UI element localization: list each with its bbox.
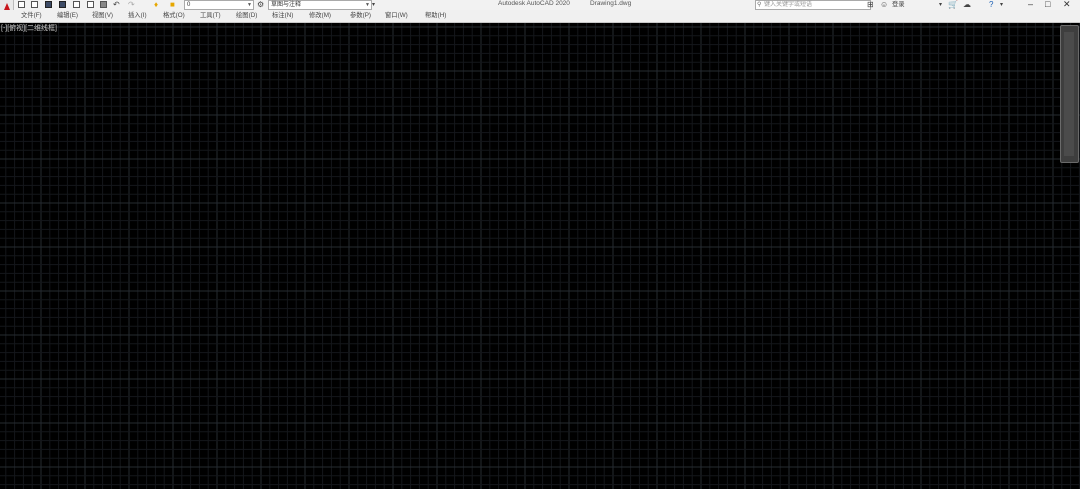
menu-draw[interactable]: 绘图(D) bbox=[236, 11, 257, 21]
workspace-dropdown[interactable]: 草图与注释 ▼ bbox=[268, 0, 372, 10]
redo-icon[interactable]: ↷ bbox=[128, 0, 135, 10]
undo-icon[interactable]: ↶ bbox=[113, 0, 120, 10]
customize-toolbar-icon[interactable]: ▾ bbox=[372, 0, 375, 10]
menu-view[interactable]: 视图(V) bbox=[92, 11, 113, 21]
menu-insert[interactable]: 插入(I) bbox=[128, 11, 147, 21]
user-icon[interactable]: ☺ bbox=[880, 0, 888, 10]
login-chevron-icon[interactable]: ▾ bbox=[939, 0, 942, 10]
save-icon[interactable] bbox=[44, 0, 53, 9]
menu-window[interactable]: 窗口(W) bbox=[385, 11, 408, 21]
navigation-bar[interactable] bbox=[1060, 25, 1079, 163]
close-icon[interactable]: ✕ bbox=[1063, 0, 1071, 10]
search-input[interactable]: ⚲ 键入关键字或短语 bbox=[755, 0, 871, 10]
plot-icon[interactable] bbox=[99, 0, 108, 9]
menu-modify[interactable]: 修改(M) bbox=[309, 11, 331, 21]
login-button[interactable]: 登录 bbox=[892, 0, 905, 10]
help-icon[interactable]: ? bbox=[989, 0, 993, 10]
search-icon: ⚲ bbox=[757, 2, 762, 8]
layer-bulb-icon[interactable]: ♦ bbox=[154, 0, 158, 10]
layer-dropdown-value: 0 bbox=[187, 2, 191, 8]
new-file-icon[interactable] bbox=[17, 0, 26, 9]
menu-tools[interactable]: 工具(T) bbox=[200, 11, 221, 21]
cart-icon[interactable]: 🛒 bbox=[948, 0, 958, 10]
workspace-gear-icon[interactable]: ⚙ bbox=[257, 0, 264, 10]
search-placeholder: 键入关键字或短语 bbox=[764, 2, 813, 8]
open-web-icon[interactable] bbox=[72, 0, 81, 9]
menu-help[interactable]: 帮助(H) bbox=[425, 11, 446, 21]
layer-lock-icon[interactable]: ■ bbox=[170, 0, 175, 10]
workspace-dropdown-value: 草图与注释 bbox=[271, 2, 302, 8]
binoculars-icon[interactable]: ⊞ bbox=[867, 0, 874, 10]
navigation-bar-strip bbox=[1064, 32, 1074, 156]
layer-dropdown[interactable]: 0 ▼ bbox=[184, 0, 254, 10]
chevron-down-icon: ▼ bbox=[365, 2, 370, 8]
minimize-icon[interactable]: – bbox=[1028, 0, 1033, 10]
menu-bar: 文件(F) 编辑(E) 视图(V) 插入(I) 格式(O) 工具(T) 绘图(D… bbox=[0, 10, 1080, 23]
save-as-icon[interactable] bbox=[58, 0, 67, 9]
title-bar: ↶ ↷ ♦ ■ 0 ▼ ⚙ 草图与注释 ▼ ▾ Autodesk AutoCAD… bbox=[0, 0, 1080, 10]
menu-edit[interactable]: 编辑(E) bbox=[57, 11, 78, 21]
menu-format[interactable]: 格式(O) bbox=[163, 11, 185, 21]
menu-dimension[interactable]: 标注(N) bbox=[272, 11, 293, 21]
menu-parametric[interactable]: 参数(P) bbox=[350, 11, 371, 21]
menu-file[interactable]: 文件(F) bbox=[21, 11, 42, 21]
app-title: Autodesk AutoCAD 2020 bbox=[498, 0, 570, 7]
maximize-icon[interactable]: □ bbox=[1045, 0, 1050, 10]
open-file-icon[interactable] bbox=[30, 0, 39, 9]
save-web-icon[interactable] bbox=[86, 0, 95, 9]
help-chevron-icon[interactable]: ▾ bbox=[1000, 0, 1003, 10]
file-name: Drawing1.dwg bbox=[590, 0, 632, 7]
chevron-down-icon: ▼ bbox=[247, 2, 252, 8]
viewport-controls-label[interactable]: [-][俯视][二维线框] bbox=[1, 24, 57, 33]
drawing-canvas[interactable] bbox=[0, 23, 1080, 489]
a360-icon[interactable]: ☁ bbox=[963, 0, 971, 10]
